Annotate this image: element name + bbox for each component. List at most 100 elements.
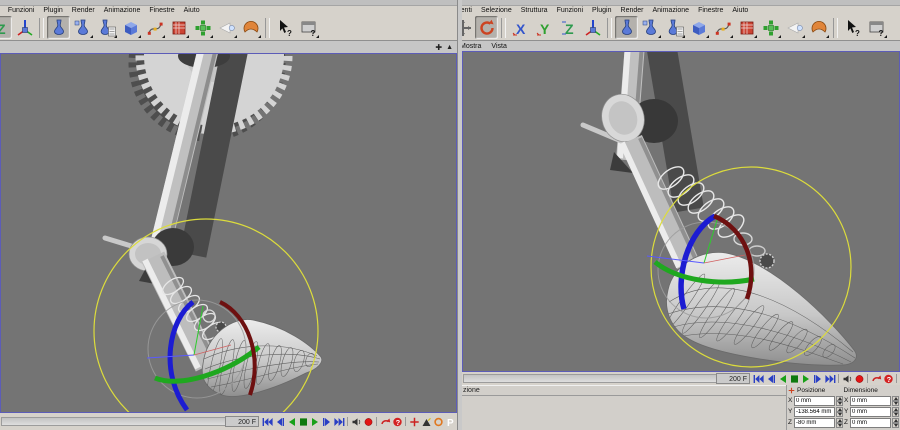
menu-item-render[interactable]: Render: [621, 7, 644, 14]
record-button[interactable]: [853, 373, 865, 384]
menu-item-struttura[interactable]: Struttura: [521, 7, 548, 14]
dimension-y-field[interactable]: [850, 406, 891, 417]
rotate-tool-button[interactable]: [475, 16, 498, 39]
menu-item-plugin[interactable]: Plugin: [592, 7, 611, 14]
position-z-field[interactable]: [794, 417, 835, 428]
maximize-p-button[interactable]: P: [444, 416, 456, 427]
dimension-z-field[interactable]: [850, 417, 891, 428]
menu-item-vista[interactable]: Vista: [491, 43, 506, 50]
go-end-button[interactable]: [824, 373, 836, 384]
current-frame[interactable]: 200 F: [716, 373, 750, 384]
next-frame-icon: [322, 417, 330, 426]
animation-panel[interactable]: zione: [462, 385, 786, 430]
dimension-z-stepper[interactable]: [892, 417, 899, 428]
stop-button[interactable]: [297, 416, 309, 427]
viewport-perspective-left[interactable]: [0, 53, 457, 413]
object-mode-button[interactable]: [47, 16, 70, 39]
object-mode-button[interactable]: [615, 16, 638, 39]
render-button[interactable]: [379, 416, 391, 427]
pan-view-button[interactable]: [408, 416, 420, 427]
add-scene-object-button[interactable]: [807, 16, 830, 39]
timeline-track[interactable]: [463, 374, 716, 383]
play-forward-button[interactable]: [800, 373, 812, 384]
stop-button[interactable]: [788, 373, 800, 384]
add-light-button[interactable]: [215, 16, 238, 39]
menu-item-funzioni[interactable]: Funzioni: [8, 7, 34, 14]
render-settings-button[interactable]: ?: [865, 16, 888, 39]
add-light-icon: [786, 22, 803, 33]
play-backward-button[interactable]: [776, 373, 788, 384]
axis-label-x: X: [844, 397, 849, 404]
add-nurbs-button[interactable]: [167, 16, 190, 39]
record-button[interactable]: [362, 416, 374, 427]
animation-mode-button[interactable]: [95, 16, 118, 39]
next-frame-button[interactable]: [321, 416, 333, 427]
menu-item-finestre[interactable]: Finestre: [698, 7, 723, 14]
add-light-button[interactable]: [783, 16, 806, 39]
y-axis-lock-button[interactable]: Y: [533, 16, 556, 39]
volume-button[interactable]: [350, 416, 362, 427]
menu-item-animazione[interactable]: Animazione: [104, 7, 141, 14]
move-view-icon[interactable]: ✚: [435, 43, 442, 52]
go-start-button[interactable]: [752, 373, 764, 384]
transport-controls: ? P: [261, 416, 456, 427]
menu-item-plugin[interactable]: Plugin: [43, 7, 62, 14]
menu-item-selezione[interactable]: Selezione: [481, 7, 512, 14]
add-modifier-button[interactable]: [759, 16, 782, 39]
volume-button[interactable]: [841, 373, 853, 384]
render-button[interactable]: [870, 373, 882, 384]
go-start-button[interactable]: [261, 416, 273, 427]
add-nurbs-button[interactable]: [735, 16, 758, 39]
play-forward-button[interactable]: [309, 416, 321, 427]
zoom-view-button[interactable]: [420, 416, 432, 427]
help-button[interactable]: ?: [882, 373, 894, 384]
animation-mode-button[interactable]: [663, 16, 686, 39]
dimension-x-stepper[interactable]: [892, 395, 899, 406]
add-primitive-button[interactable]: [687, 16, 710, 39]
menu-item-funzioni[interactable]: Funzioni: [557, 7, 583, 14]
position-x-stepper[interactable]: [836, 395, 843, 406]
prev-frame-button[interactable]: [764, 373, 776, 384]
menu-item-animazione[interactable]: Animazione: [652, 7, 689, 14]
add-scene-object-button[interactable]: [239, 16, 262, 39]
add-spline-button[interactable]: [711, 16, 734, 39]
x-axis-lock-button[interactable]: X: [509, 16, 532, 39]
menu-item-mostra[interactable]: Mostra: [462, 43, 481, 50]
menu-item-render[interactable]: Render: [72, 7, 95, 14]
help-pointer-button[interactable]: ?: [273, 16, 296, 39]
next-frame-button[interactable]: [812, 373, 824, 384]
prev-frame-button[interactable]: [273, 416, 285, 427]
foot: [666, 251, 857, 366]
dimension-y-stepper[interactable]: [892, 406, 899, 417]
menu-item-aiuto[interactable]: Aiuto: [732, 7, 748, 14]
current-frame[interactable]: 200 F: [225, 416, 259, 427]
add-spline-button[interactable]: [143, 16, 166, 39]
dimension-x-field[interactable]: [850, 395, 891, 406]
position-x-field[interactable]: [794, 395, 835, 406]
move-tool-button[interactable]: [462, 16, 474, 39]
position-z-stepper[interactable]: [836, 417, 843, 428]
coordinate-system-button[interactable]: [581, 16, 604, 39]
go-end-button[interactable]: [333, 416, 345, 427]
model-mode-button[interactable]: [71, 16, 94, 39]
timeline-track[interactable]: [1, 417, 225, 426]
viewport-perspective-right[interactable]: [462, 51, 900, 372]
z-axis-lock-button[interactable]: Z: [0, 16, 12, 39]
rotate-view-button[interactable]: [432, 416, 444, 427]
model-mode-button[interactable]: [639, 16, 662, 39]
help-pointer-button[interactable]: ?: [841, 16, 864, 39]
position-y-stepper[interactable]: [836, 406, 843, 417]
render-settings-button[interactable]: ?: [297, 16, 320, 39]
menu-item-aiuto[interactable]: Aiuto: [184, 7, 200, 14]
help-button[interactable]: ?: [391, 416, 403, 427]
play-backward-button[interactable]: [285, 416, 297, 427]
menu-item-strumenti[interactable]: Strumenti: [462, 7, 472, 14]
coordinate-system-button[interactable]: [13, 16, 36, 39]
add-modifier-button[interactable]: [191, 16, 214, 39]
maximize-view-icon[interactable]: ▲: [446, 44, 453, 51]
z-axis-lock-button[interactable]: Z: [557, 16, 580, 39]
add-modifier-icon: [763, 20, 778, 35]
add-primitive-button[interactable]: [119, 16, 142, 39]
position-y-field[interactable]: [794, 406, 835, 417]
menu-item-finestre[interactable]: Finestre: [149, 7, 174, 14]
